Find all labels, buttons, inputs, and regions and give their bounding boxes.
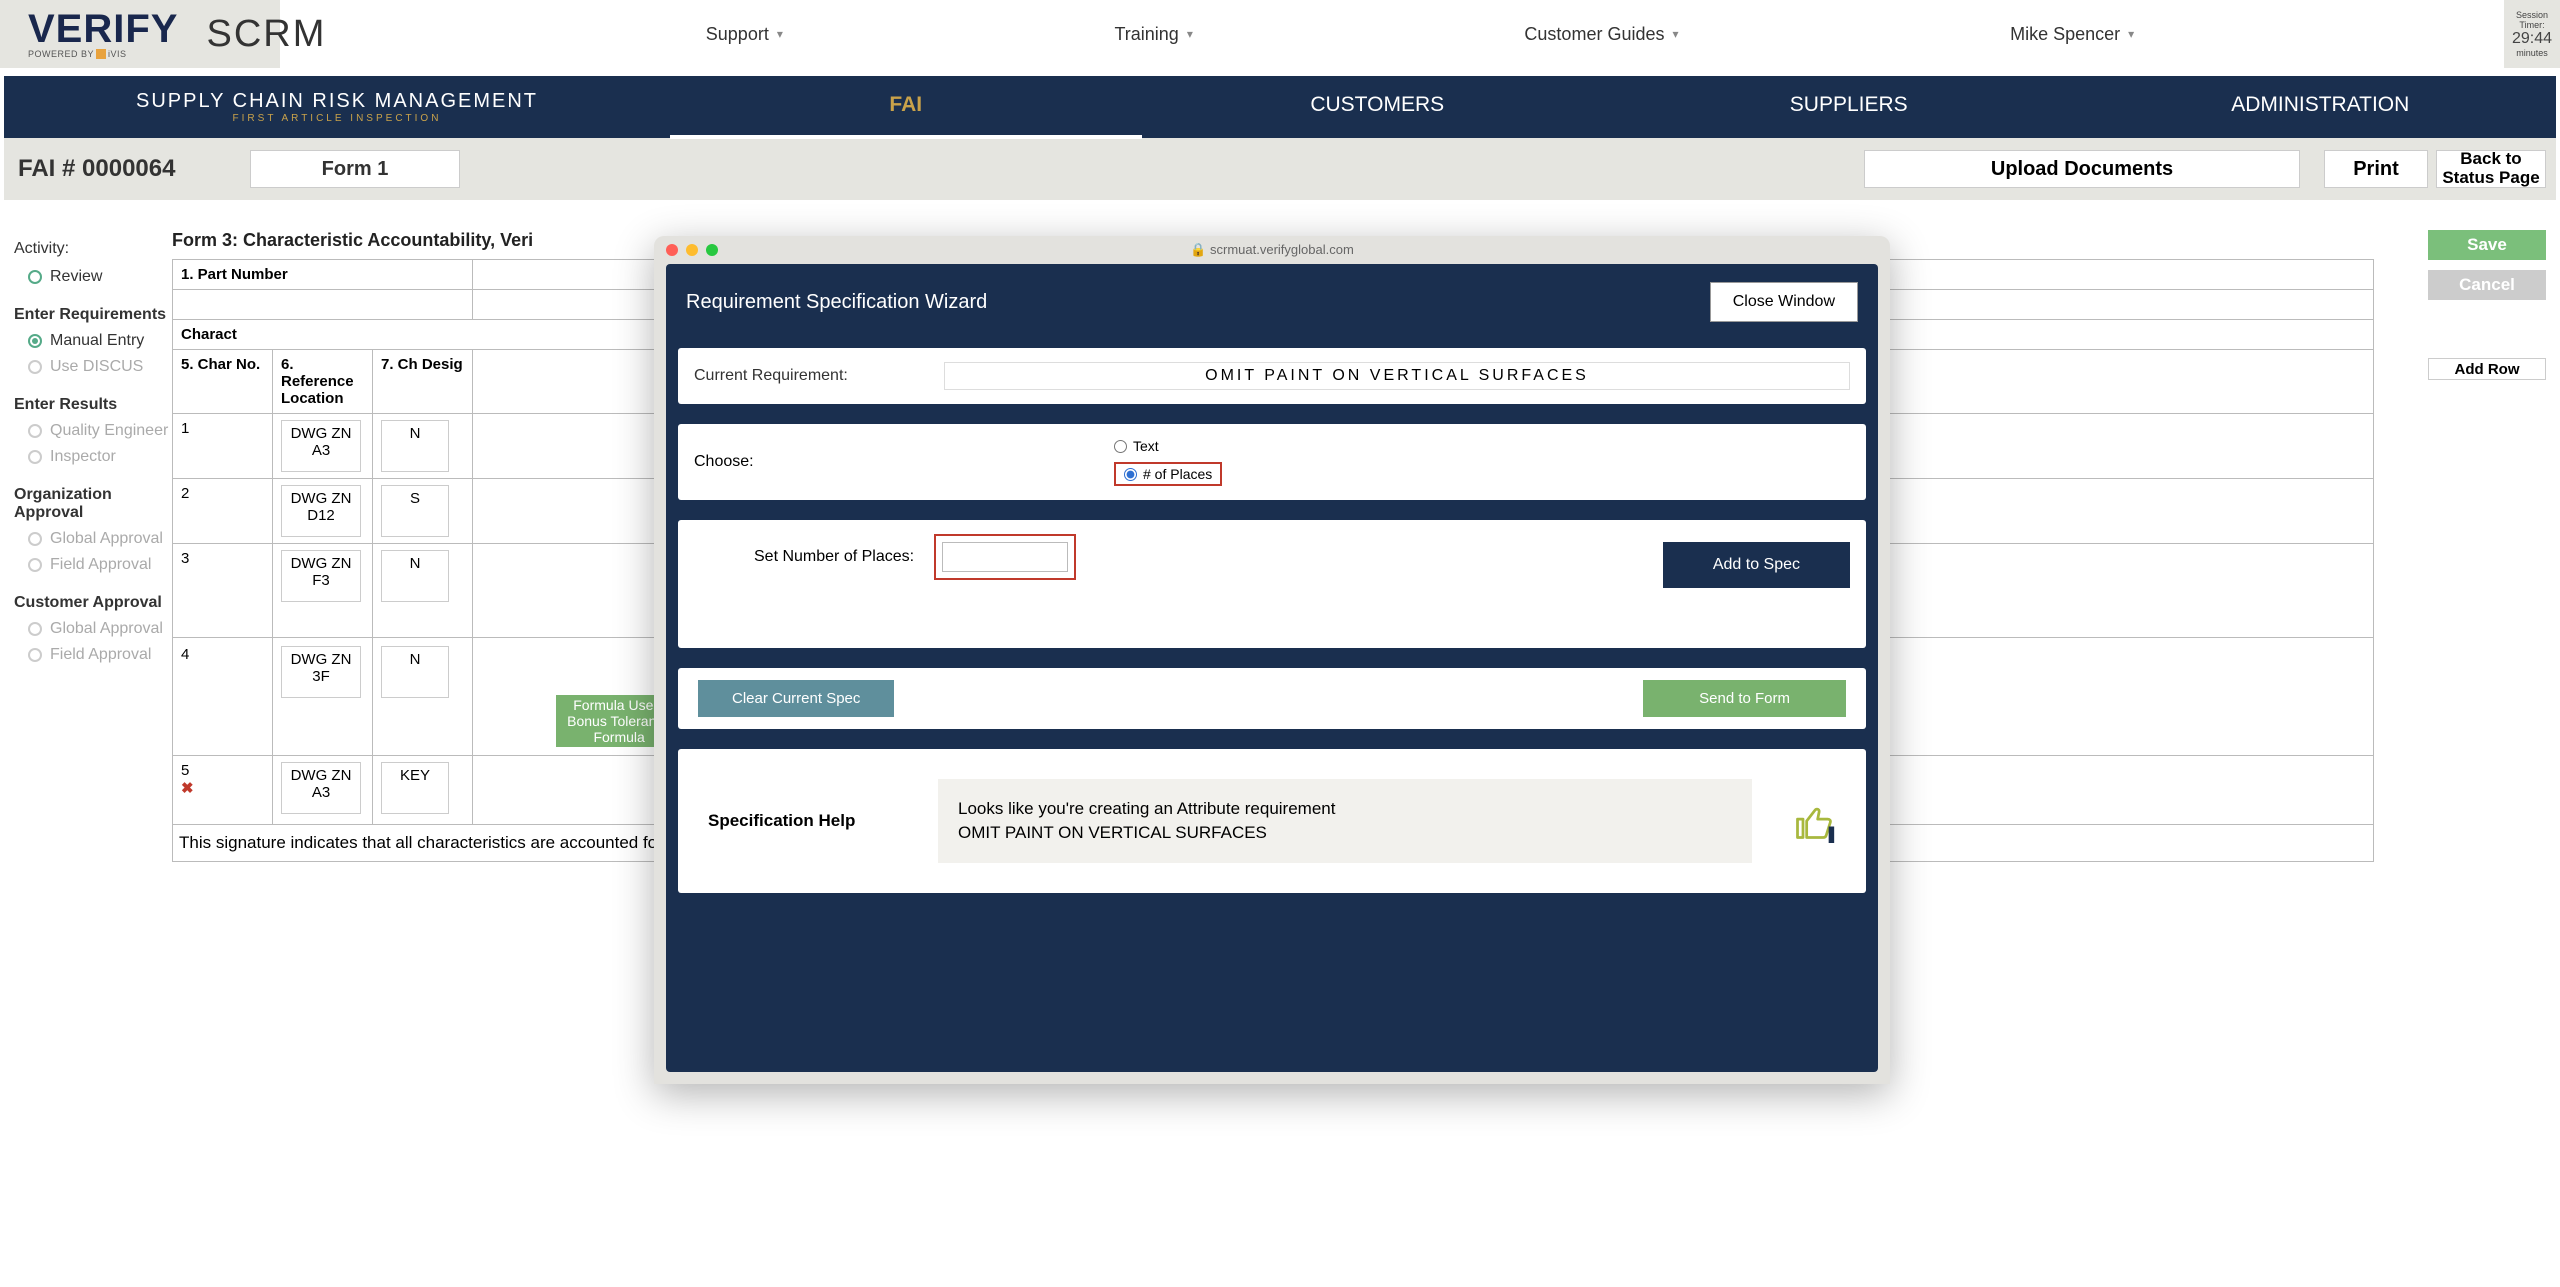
window-title-bar[interactable]: 🔒 scrmuat.verifyglobal.com: [654, 236, 1890, 264]
send-to-form-button[interactable]: Send to Form: [1643, 680, 1846, 717]
nav-support[interactable]: Support▾: [706, 24, 783, 45]
sidebar-activity-label: Activity:: [14, 240, 172, 258]
logo-verify: VERIFY: [28, 9, 178, 49]
radio-quality-engineer[interactable]: Quality Engineer: [14, 418, 172, 444]
col-ref-location: 6. Reference Location: [273, 350, 373, 414]
requirement-wizard-window: 🔒 scrmuat.verifyglobal.com Requirement S…: [654, 236, 1890, 1084]
nav-user-menu[interactable]: Mike Spencer▾: [2010, 24, 2134, 45]
add-row-button[interactable]: Add Row: [2428, 358, 2546, 380]
radio-cust-global[interactable]: Global Approval: [14, 616, 172, 642]
current-requirement-value: OMIT PAINT ON VERTICAL SURFACES: [944, 362, 1850, 390]
ivis-icon: [96, 49, 106, 59]
print-button[interactable]: Print: [2324, 150, 2428, 188]
choose-label: Choose:: [694, 453, 1114, 471]
tab-suppliers[interactable]: SUPPLIERS: [1613, 75, 2085, 139]
current-requirement-label: Current Requirement:: [694, 367, 924, 385]
nav-customer-guides[interactable]: Customer Guides▾: [1524, 24, 1678, 45]
radio-org-field[interactable]: Field Approval: [14, 552, 172, 578]
set-number-label: Set Number of Places:: [754, 548, 914, 566]
app-title: SUPPLY CHAIN RISK MANAGEMENT FIRST ARTIC…: [4, 90, 670, 124]
ref-location-input[interactable]: DWG ZN D12: [281, 485, 361, 537]
cancel-button[interactable]: Cancel: [2428, 270, 2546, 300]
window-url: 🔒 scrmuat.verifyglobal.com: [654, 242, 1890, 258]
sub-header: FAI # 0000064 Form 1 Upload Documents Pr…: [4, 138, 2556, 200]
radio-review[interactable]: Review: [14, 264, 172, 290]
primary-nav: SUPPLY CHAIN RISK MANAGEMENT FIRST ARTIC…: [4, 76, 2556, 138]
modal-title: Requirement Specification Wizard: [686, 291, 987, 314]
designator-input[interactable]: N: [381, 420, 449, 472]
right-actions: Save Cancel Add Row: [2374, 230, 2546, 862]
close-window-button[interactable]: Close Window: [1710, 282, 1858, 322]
delete-row-icon[interactable]: ✖: [181, 779, 264, 797]
ref-location-input[interactable]: DWG ZN A3: [281, 420, 361, 472]
upload-documents-tab[interactable]: Upload Documents: [1864, 150, 2300, 188]
fai-number: FAI # 0000064: [14, 155, 250, 183]
spec-help-text: Looks like you're creating an Attribute …: [938, 779, 1752, 863]
set-number-input[interactable]: [942, 542, 1068, 572]
form-tab-1[interactable]: Form 1: [250, 150, 460, 188]
radio-org-global[interactable]: Global Approval: [14, 526, 172, 552]
brand-logo: VERIFY POWERED BY iVIS SCRM: [0, 0, 280, 68]
designator-input[interactable]: N: [381, 550, 449, 602]
designator-input[interactable]: KEY: [381, 762, 449, 814]
tab-customers[interactable]: CUSTOMERS: [1142, 75, 1614, 139]
specification-help-panel: Specification Help Looks like you're cre…: [678, 749, 1866, 893]
nav-training[interactable]: Training▾: [1114, 24, 1192, 45]
clear-current-spec-button[interactable]: Clear Current Spec: [698, 680, 894, 717]
thumbs-up-icon: [1792, 799, 1836, 843]
col-char-no: 5. Char No.: [173, 350, 273, 414]
group-organization-approval: Organization Approval: [14, 486, 172, 522]
chevron-down-icon: ▾: [777, 27, 783, 41]
radio-num-places[interactable]: # of Places: [1114, 462, 1222, 486]
group-enter-results: Enter Results: [14, 396, 172, 414]
back-to-status-button[interactable]: Back to Status Page: [2436, 150, 2546, 188]
sidebar: Activity: Review Enter Requirements Manu…: [14, 230, 172, 862]
choose-panel: Choose: Text # of Places: [678, 424, 1866, 500]
add-to-spec-button[interactable]: Add to Spec: [1663, 542, 1850, 588]
current-requirement-panel: Current Requirement: OMIT PAINT ON VERTI…: [678, 348, 1866, 404]
group-characteristics: Charact: [173, 320, 473, 350]
chevron-down-icon: ▾: [1672, 27, 1678, 41]
chevron-down-icon: ▾: [2128, 27, 2134, 41]
ref-location-input[interactable]: DWG ZN F3: [281, 550, 361, 602]
ref-location-input[interactable]: DWG ZN A3: [281, 762, 361, 814]
save-button[interactable]: Save: [2428, 230, 2546, 260]
set-number-panel: Set Number of Places: Add to Spec: [678, 520, 1866, 648]
top-header: VERIFY POWERED BY iVIS SCRM Support▾ Tra…: [0, 0, 2560, 68]
radio-manual-entry[interactable]: Manual Entry: [14, 328, 172, 354]
group-customer-approval: Customer Approval: [14, 594, 172, 612]
col-part-number: 1. Part Number: [173, 260, 473, 290]
designator-input[interactable]: N: [381, 646, 449, 698]
col-designator: 7. Ch Desig: [373, 350, 473, 414]
tab-fai[interactable]: FAI: [670, 75, 1142, 139]
ref-location-input[interactable]: DWG ZN 3F: [281, 646, 361, 698]
chevron-down-icon: ▾: [1187, 27, 1193, 41]
top-nav: Support▾ Training▾ Customer Guides▾ Mike…: [280, 24, 2560, 45]
spec-help-label: Specification Help: [708, 811, 898, 831]
session-timer: Session Timer: 29:44 minutes: [2504, 0, 2560, 68]
designator-input[interactable]: S: [381, 485, 449, 537]
radio-use-discus[interactable]: Use DISCUS: [14, 354, 172, 380]
radio-inspector[interactable]: Inspector: [14, 444, 172, 470]
group-enter-requirements: Enter Requirements: [14, 306, 172, 324]
actions-panel: Clear Current Spec Send to Form: [678, 668, 1866, 729]
radio-text[interactable]: Text: [1114, 438, 1222, 454]
tab-administration[interactable]: ADMINISTRATION: [2085, 75, 2557, 139]
radio-cust-field[interactable]: Field Approval: [14, 642, 172, 668]
